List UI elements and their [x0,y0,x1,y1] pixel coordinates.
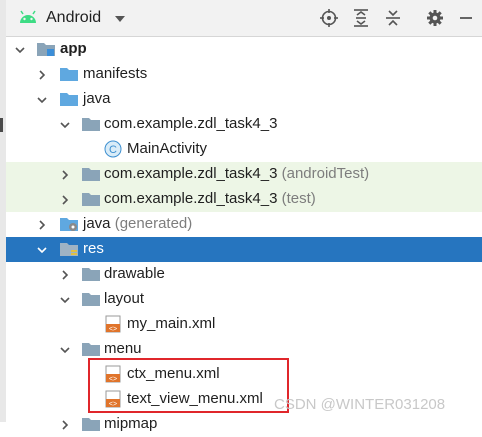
chevron-right-icon[interactable] [59,168,71,185]
chevron-right-icon[interactable] [59,418,71,435]
tree-label-package-main: com.example.zdl_task4_3 [104,115,278,132]
watermark: CSDN @WINTER031208 [274,396,446,413]
generated-folder-icon [59,215,79,237]
project-view-selector[interactable]: Android [46,9,101,27]
tree-node-manifests[interactable]: manifests [6,62,482,87]
generated-suffix: (generated) [114,215,193,232]
package-folder-icon [81,165,101,187]
source-folder-icon [59,90,79,112]
package-folder-icon [81,190,101,212]
package-folder-icon [81,115,101,137]
package-name: com.example.zdl_task4_3 [104,165,278,182]
tree-node-java[interactable]: java [6,87,482,112]
xml-file-icon: <> [104,315,122,337]
tree-label-java-generated: java (generated) [83,215,192,232]
resources-folder-icon [59,240,79,262]
tree-node-main-activity[interactable]: C MainActivity [6,137,482,162]
tree-label-app: app [60,40,87,57]
chevron-down-icon[interactable] [59,343,71,360]
svg-text:<>: <> [109,326,117,333]
tree-label-mipmap: mipmap [104,415,158,432]
tree-label-drawable: drawable [104,265,165,282]
project-toolbar: Android [6,0,482,37]
tree-node-package-android-test[interactable]: com.example.zdl_task4_3 (androidTest) [6,162,482,187]
class-icon: C [104,140,122,162]
folder-icon [81,415,101,437]
tree-node-res[interactable]: res [6,237,482,262]
source-set-suffix: (androidTest) [281,165,370,182]
settings-gear-icon[interactable] [425,8,445,28]
tree-label-res: res [83,240,104,257]
module-folder-icon [36,40,56,62]
chevron-down-icon[interactable] [59,293,71,310]
locate-icon[interactable] [319,8,339,28]
tree-node-package-test[interactable]: com.example.zdl_task4_3 (test) [6,187,482,212]
edge-marker [0,118,3,132]
tree-label-layout: layout [104,290,145,307]
tree-node-mipmap[interactable]: mipmap [6,412,482,437]
highlight-annotation-box [88,358,289,413]
chevron-right-icon[interactable] [36,68,48,85]
chevron-down-icon[interactable] [114,11,126,28]
collapse-all-icon[interactable] [383,8,403,28]
expand-all-icon[interactable] [351,8,371,28]
package-name: com.example.zdl_task4_3 [104,190,278,207]
chevron-right-icon[interactable] [59,268,71,285]
folder-icon [81,265,101,287]
tree-label-my-main-xml: my_main.xml [127,315,216,332]
tree-node-package-main[interactable]: com.example.zdl_task4_3 [6,112,482,137]
android-icon [18,9,38,29]
chevron-down-icon[interactable] [14,43,26,60]
chevron-down-icon[interactable] [36,243,48,260]
tree-node-app[interactable]: app [6,37,482,62]
folder-icon [81,290,101,312]
hide-panel-icon[interactable] [456,8,476,28]
tree-label-package-android-test: com.example.zdl_task4_3 (androidTest) [104,165,369,182]
svg-text:C: C [109,144,117,156]
tree-label-menu: menu [104,340,142,357]
tree-node-drawable[interactable]: drawable [6,262,482,287]
chevron-down-icon[interactable] [59,118,71,135]
tree-node-java-generated[interactable]: java (generated) [6,212,482,237]
tree-node-layout[interactable]: layout [6,287,482,312]
chevron-down-icon[interactable] [36,93,48,110]
tree-label-java: java [83,90,111,107]
folder-icon [59,65,79,87]
tree-label-main-activity: MainActivity [127,140,208,157]
tree-node-my-main-xml[interactable]: <> my_main.xml [6,312,482,337]
folder-name: java [83,215,111,232]
tree-label-manifests: manifests [83,65,148,82]
tree-label-package-test: com.example.zdl_task4_3 (test) [104,190,316,207]
source-set-suffix: (test) [281,190,316,207]
chevron-right-icon[interactable] [36,218,48,235]
chevron-right-icon[interactable] [59,193,71,210]
